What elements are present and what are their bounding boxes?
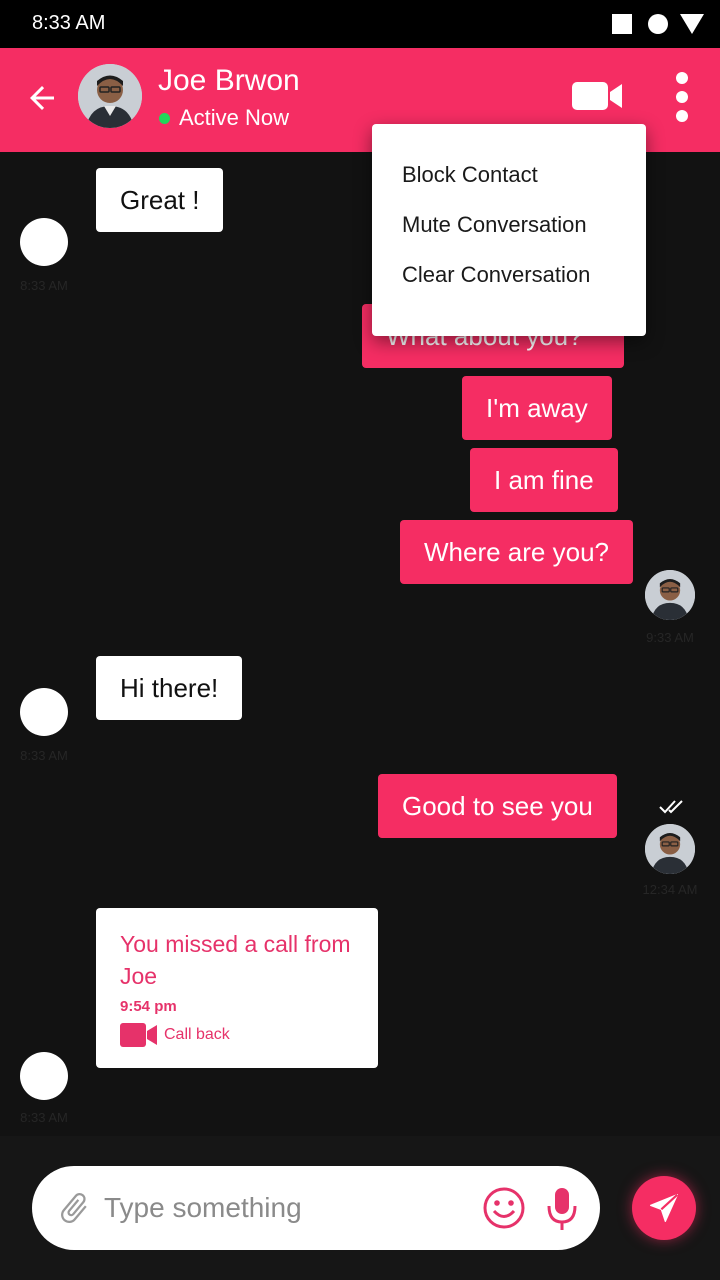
more-vert-icon <box>676 72 688 84</box>
message-incoming[interactable]: Great ! <box>96 168 224 232</box>
attach-icon[interactable] <box>56 1188 92 1228</box>
menu-item-mute-conversation[interactable]: Mute Conversation <box>372 200 646 250</box>
menu-item-clear-conversation[interactable]: Clear Conversation <box>372 250 646 300</box>
sender-avatar <box>20 218 68 266</box>
message-outgoing[interactable]: I'm away <box>462 376 612 440</box>
missed-call-time: 9:54 pm <box>120 998 177 1015</box>
message-timestamp: 9:33 AM <box>646 630 694 645</box>
back-arrow-icon <box>30 86 54 110</box>
call-back-label: Call back <box>164 1026 230 1043</box>
home-icon[interactable] <box>648 14 668 34</box>
sender-avatar <box>20 688 68 736</box>
contact-name[interactable]: Joe Brwon <box>158 64 300 98</box>
back-button[interactable] <box>24 80 60 116</box>
call-back-button[interactable]: Call back <box>120 1023 362 1047</box>
composer-bar <box>0 1136 720 1280</box>
composer-pill <box>32 1166 600 1250</box>
message-timestamp: 8:33 AM <box>20 278 68 293</box>
video-call-button[interactable] <box>572 82 624 110</box>
message-outgoing[interactable]: I am fine <box>470 448 618 512</box>
back-triangle-icon[interactable] <box>680 14 704 34</box>
contact-avatar[interactable] <box>78 64 142 128</box>
status-bar: 8:33 AM <box>0 0 720 48</box>
video-call-icon <box>572 82 622 110</box>
send-icon <box>650 1193 679 1222</box>
mic-icon[interactable] <box>544 1186 580 1232</box>
double-check-icon <box>659 800 683 814</box>
message-outgoing[interactable]: Where are you? <box>400 520 633 584</box>
message-timestamp: 8:33 AM <box>20 748 68 763</box>
overflow-menu: Block Contact Mute Conversation Clear Co… <box>372 124 646 336</box>
recents-icon[interactable] <box>612 14 632 34</box>
more-options-button[interactable] <box>672 72 692 122</box>
message-input[interactable] <box>104 1166 464 1250</box>
presence-status: Active Now <box>179 105 290 130</box>
emoji-icon[interactable] <box>482 1186 526 1230</box>
missed-call-title: You missed a call from Joe <box>120 931 351 989</box>
menu-item-block-contact[interactable]: Block Contact <box>372 150 646 200</box>
message-timestamp: 12:34 AM <box>642 882 698 897</box>
send-button[interactable] <box>632 1176 696 1240</box>
missed-call-card[interactable]: You missed a call from Joe 9:54 pm Call … <box>96 908 378 1068</box>
self-avatar <box>645 570 695 620</box>
message-timestamp: 8:33 AM <box>20 1110 68 1125</box>
status-time: 8:33 AM <box>32 12 106 34</box>
message-incoming[interactable]: Hi there! <box>96 656 243 720</box>
self-avatar <box>645 824 695 874</box>
sender-avatar <box>20 1052 68 1100</box>
message-outgoing[interactable]: Good to see you <box>378 774 617 838</box>
video-call-icon <box>120 1023 157 1047</box>
presence-dot-icon <box>159 113 170 124</box>
